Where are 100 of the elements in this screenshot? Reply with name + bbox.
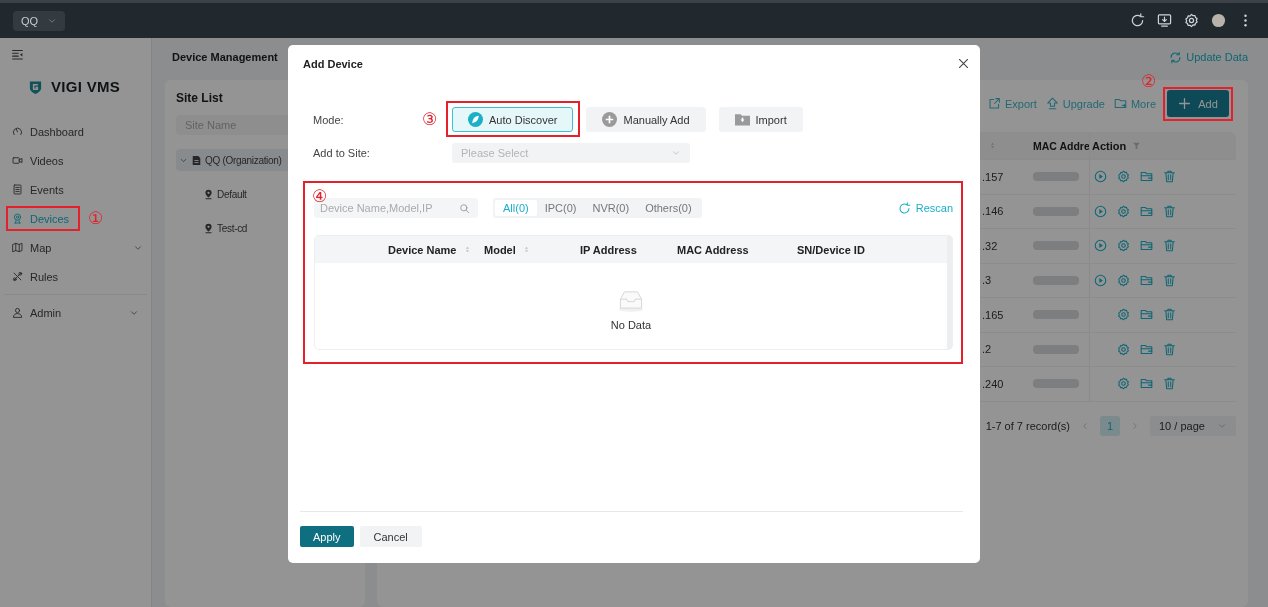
- folder-icon[interactable]: [1140, 342, 1153, 356]
- blurred-text: [1033, 275, 1079, 285]
- blurred-text: [1033, 172, 1079, 182]
- column-header: Device Name: [388, 243, 457, 256]
- filter-tab[interactable]: Others(0): [637, 200, 700, 216]
- trash-icon[interactable]: [1163, 273, 1176, 287]
- play-icon[interactable]: [1094, 204, 1107, 218]
- sidebar-item[interactable]: Map: [0, 233, 151, 262]
- monitor-icon[interactable]: [1157, 13, 1172, 28]
- play-icon[interactable]: [1094, 239, 1107, 253]
- filter-tab[interactable]: NVR(0): [584, 200, 638, 216]
- webcam-icon: [12, 213, 23, 224]
- filter-tab[interactable]: IPC(0): [536, 200, 585, 216]
- trash-icon[interactable]: [1163, 308, 1176, 322]
- mode-button[interactable]: Manually Add: [586, 107, 706, 132]
- avatar-icon[interactable]: [1211, 13, 1226, 28]
- add-button[interactable]: Add: [1167, 90, 1229, 117]
- folder-download-icon: [734, 112, 750, 127]
- folder-icon[interactable]: [1140, 273, 1153, 287]
- collapse-menu-icon[interactable]: [11, 48, 24, 61]
- upload-icon: [1045, 97, 1059, 110]
- map-icon: [12, 242, 23, 253]
- blurred-text: [1033, 241, 1079, 251]
- plus-icon: [1178, 97, 1192, 110]
- export-icon: [987, 97, 1001, 110]
- folder-icon: [1113, 97, 1127, 110]
- folder-icon[interactable]: [1140, 308, 1153, 322]
- sidebar-item[interactable]: Videos: [0, 146, 70, 175]
- shield-icon: [27, 78, 43, 95]
- page-size-dropdown[interactable]: 10 / page: [1150, 415, 1236, 436]
- panel-title: Site List: [176, 91, 224, 105]
- refresh-icon[interactable]: [1130, 13, 1145, 28]
- play-icon[interactable]: [1094, 170, 1107, 184]
- column-header: MAC Addre: [1033, 139, 1090, 152]
- page-title: Device Management: [172, 51, 278, 63]
- step-number: ②: [1141, 73, 1157, 90]
- next-page-icon[interactable]: [1130, 420, 1140, 431]
- tree-item[interactable]: Test-cd: [176, 217, 352, 239]
- blurred-text: [1033, 206, 1079, 216]
- table-cell: .157: [982, 170, 1004, 183]
- play-icon[interactable]: [1094, 273, 1107, 287]
- sidebar-item[interactable]: Admin: [4, 298, 147, 327]
- sidebar-item[interactable]: Events: [0, 175, 70, 204]
- cancel-button[interactable]: Cancel: [359, 526, 422, 547]
- trash-icon[interactable]: [1163, 204, 1176, 218]
- table-cell: .3: [982, 274, 992, 287]
- chevron-down-icon: [671, 148, 681, 158]
- column-header: SN/Device ID: [797, 243, 865, 256]
- pin-icon: [203, 222, 214, 234]
- rescan-link[interactable]: Rescan: [897, 201, 953, 215]
- blurred-text: [1033, 344, 1079, 354]
- sidebar-item[interactable]: Dashboard: [0, 117, 90, 146]
- folder-icon[interactable]: [1140, 377, 1153, 391]
- table-cell: .165: [982, 308, 1004, 321]
- plus-circle-icon: [602, 112, 618, 127]
- mode-button[interactable]: Import: [718, 107, 803, 132]
- filter-icon[interactable]: [1132, 141, 1142, 150]
- trash-icon[interactable]: [1163, 170, 1176, 184]
- sort-icon[interactable]: [988, 141, 997, 150]
- step-number: ③: [422, 111, 438, 128]
- blurred-text: [1033, 310, 1079, 320]
- apply-button[interactable]: Apply: [300, 526, 354, 547]
- dialog-title: Add Device: [303, 57, 363, 70]
- sidebar-item[interactable]: Rules: [0, 262, 65, 291]
- table-cell: .32: [982, 239, 998, 252]
- search-icon: [459, 202, 470, 214]
- trash-icon[interactable]: [1163, 239, 1176, 253]
- refresh-icon: [897, 201, 911, 215]
- column-header: IP Address: [580, 243, 637, 256]
- folder-icon[interactable]: [1140, 170, 1153, 184]
- filter-tab[interactable]: All(0): [495, 200, 537, 216]
- empty-message: No Data: [610, 319, 652, 331]
- logo-text: VIGI VMS: [50, 78, 121, 95]
- blurred-text: [1033, 379, 1079, 389]
- organization-dropdown[interactable]: QQ: [13, 10, 66, 31]
- column-header: MAC Address: [677, 243, 749, 256]
- table-cell: .2: [982, 343, 992, 356]
- trash-icon[interactable]: [1163, 342, 1176, 356]
- compass-icon: [468, 112, 483, 127]
- camera-icon: [12, 155, 23, 166]
- step-number: ①: [88, 210, 104, 227]
- tools-icon: [12, 271, 23, 282]
- highlight-frame: [1163, 87, 1233, 121]
- document-icon: [12, 184, 23, 195]
- record-count: 1-7 of 7 record(s): [985, 419, 1070, 432]
- column-header: Action: [1092, 139, 1127, 152]
- table-cell: .240: [982, 377, 1004, 390]
- mode-button[interactable]: Auto Discover: [452, 107, 574, 132]
- previous-page-icon[interactable]: [1080, 420, 1090, 431]
- column-header: Model: [484, 243, 516, 256]
- folder-icon[interactable]: [1140, 204, 1153, 218]
- close-icon[interactable]: [957, 57, 970, 70]
- document-icon: [191, 154, 202, 166]
- gauge-icon: [12, 126, 23, 137]
- settings-icon[interactable]: [1184, 13, 1199, 28]
- person-icon: [12, 307, 23, 318]
- sync-icon: [1169, 50, 1183, 64]
- table-cell: .146: [982, 205, 1004, 218]
- trash-icon[interactable]: [1163, 377, 1176, 391]
- folder-icon[interactable]: [1140, 239, 1153, 253]
